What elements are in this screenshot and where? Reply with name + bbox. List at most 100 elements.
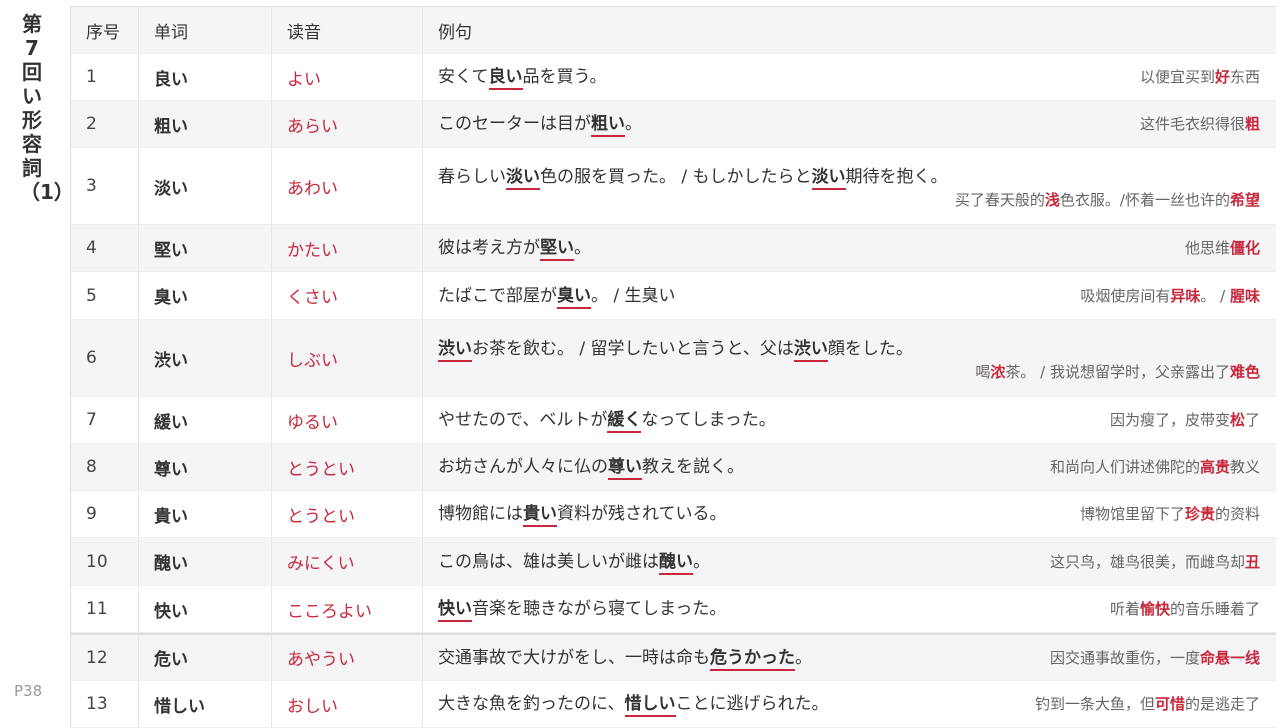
word: 粗い [139, 101, 272, 147]
row-number: 6 [71, 320, 139, 396]
example-japanese: お坊さんが人々に仏の尊い教えを説く。 [438, 455, 744, 480]
translation-highlight: 可惜 [1154, 695, 1185, 713]
reading: よい [272, 54, 423, 100]
word: 良い [139, 54, 272, 100]
table-row: 2 粗い あらい このセーターは目が粗い。 这件毛衣织得很粗 [71, 101, 1276, 148]
example-cell: 大きな魚を釣ったのに、惜しいことに逃げられた。 钓到一条大鱼，但可惜的是逃走了 [423, 681, 1276, 727]
example-cell: たばこで部屋が臭い。 / 生臭い 吸烟使房间有异味。 / 腥味 [423, 272, 1276, 319]
text-segment: このセーターは目が [438, 114, 591, 134]
row-number: 11 [71, 586, 139, 632]
example-cell: 安くて良い品を買う。 以便宜买到好东西 [423, 54, 1276, 100]
row-number: 4 [71, 225, 139, 271]
target-word: 尊い [608, 457, 642, 480]
target-word: 渋い [793, 339, 828, 362]
word: 緩い [139, 397, 272, 443]
example-cell: 春らしい淡い色の服を買った。 / もしかしたらと淡い期待を抱く。 买了春天般的浅色… [423, 148, 1276, 224]
target-word: 貴い [523, 504, 557, 527]
text-segment: 安くて [438, 67, 489, 87]
page-number: P38 [14, 682, 43, 700]
example-japanese: このセーターは目が粗い。 [438, 112, 642, 137]
table-header: 序号 单词 读音 例句 [71, 7, 1276, 54]
lesson-title: 第7回い形容詞（1） [20, 12, 74, 204]
row-number: 5 [71, 272, 139, 319]
row-number: 13 [71, 681, 139, 727]
example-cell: 交通事故で大けがをし、一時は命も危うかった。 因交通事故重伤，一度命悬一线 [423, 635, 1276, 680]
table-row: 7 緩い ゆるい やせたので、ベルトが緩くなってしまった。 因为瘦了，皮带变松了 [71, 397, 1276, 444]
row-number: 7 [71, 397, 139, 443]
text-segment: 了 [1244, 411, 1260, 429]
text-segment: 期待を抱く。 [845, 167, 948, 187]
text-segment: 彼は考え方が [438, 238, 540, 258]
table-row: 12 危い あやうい 交通事故で大けがをし、一時は命も危うかった。 因交通事故重伤，一度… [71, 633, 1276, 681]
word: 臭い [139, 272, 272, 319]
text-segment: お坊さんが人々に仏の [438, 457, 608, 477]
text-segment: 資料が残されている。 [557, 504, 727, 524]
example-japanese: 安くて良い品を買う。 [438, 65, 607, 90]
text-segment: 交通事故で大けがをし、一時は命も [438, 647, 710, 668]
table-row: 8 尊い とうとい お坊さんが人々に仏の尊い教えを説く。 和尚向人们讲述佛陀的高贵教义 [71, 444, 1276, 491]
word: 危い [139, 635, 272, 680]
text-segment: 这件毛衣织得很 [1139, 115, 1245, 133]
text-segment: 喝 [975, 363, 991, 381]
reading: あらい [272, 101, 423, 147]
text-segment: 色衣服。/怀着一丝也许的 [1059, 191, 1230, 209]
text-segment: たばこで部屋が [438, 285, 557, 306]
translation-highlight: 高贵 [1199, 458, 1230, 476]
text-segment: なってしまった。 [641, 410, 776, 430]
example-chinese: 以便宜买到好东西 [1140, 66, 1260, 88]
text-segment: 因为瘦了，皮带变 [1109, 411, 1230, 429]
translation-highlight: 丑 [1244, 552, 1260, 571]
example-japanese: 交通事故で大けがをし、一時は命も危うかった。 [438, 646, 812, 671]
example-cell: この鳥は、雄は美しいが雌は醜い。 这只鸟，雄鸟很美，而雌鸟却丑 [423, 538, 1276, 585]
translation-highlight: 松 [1229, 411, 1245, 429]
table-row: 6 渋い しぶい 渋いお茶を飲む。 / 留学したいと言うと、父は渋い顔をした。 喝浓茶。… [71, 320, 1276, 397]
word: 渋い [139, 320, 272, 396]
text-segment: 色の服を買った。 / もしかしたらと [540, 167, 812, 187]
translation-highlight: 腥味 [1229, 286, 1260, 305]
example-japanese: 大きな魚を釣ったのに、惜しいことに逃げられた。 [438, 692, 829, 717]
example-chinese: 博物馆里留下了珍贵的资料 [1080, 503, 1260, 525]
example-cell: 渋いお茶を飲む。 / 留学したいと言うと、父は渋い顔をした。 喝浓茶。 / 我说想… [423, 320, 1276, 396]
text-segment: 东西 [1229, 68, 1260, 86]
word: 惜しい [139, 681, 272, 727]
target-word: 惜しい [624, 694, 676, 717]
text-segment: やせたので、ベルトが [438, 410, 608, 430]
reading: あわい [272, 148, 423, 224]
target-word: 良い [488, 67, 523, 90]
example-chinese: 喝浓茶。 / 我说想留学时，父亲露出了难色 [438, 361, 1260, 383]
text-segment: 茶。 / 我说想留学时，父亲露出了 [1005, 363, 1230, 381]
text-segment: お茶を飲む。 / 留学したいと言うと、父は [472, 339, 794, 359]
example-japanese: 春らしい淡い色の服を買った。 / もしかしたらと淡い期待を抱く。 [438, 165, 1260, 190]
translation-highlight: 异味 [1170, 286, 1201, 305]
target-word: 醜い [659, 551, 693, 575]
example-japanese: 博物館には貴い資料が残されている。 [438, 502, 727, 527]
text-segment: ことに逃げられた。 [675, 694, 829, 714]
text-segment: 音楽を聴きながら寝てしまった。 [472, 599, 727, 619]
translation-highlight: 浓 [990, 363, 1006, 381]
target-word: 快い [438, 599, 472, 622]
row-number: 9 [71, 491, 139, 537]
reading: とうとい [272, 444, 423, 490]
example-japanese: 彼は考え方が堅い。 [438, 236, 591, 261]
translation-highlight: 愉快 [1139, 600, 1170, 618]
row-number: 2 [71, 101, 139, 147]
translation-highlight: 粗 [1244, 115, 1260, 133]
row-number: 3 [71, 148, 139, 224]
translation-highlight: 好 [1214, 68, 1230, 86]
table-row: 5 臭い くさい たばこで部屋が臭い。 / 生臭い 吸烟使房间有异味。 / 腥味 [71, 272, 1276, 320]
target-word: 緩く [607, 410, 642, 433]
reading: おしい [272, 681, 423, 727]
example-chinese: 买了春天般的浅色衣服。/怀着一丝也许的希望 [438, 189, 1260, 211]
example-chinese: 因为瘦了，皮带变松了 [1110, 409, 1260, 431]
reading: くさい [272, 272, 423, 319]
text-segment: 品を買う。 [522, 67, 607, 87]
text-segment: 买了春天般的 [954, 191, 1045, 209]
row-number: 10 [71, 538, 139, 585]
reading: とうとい [272, 491, 423, 537]
text-segment: 顔をした。 [827, 339, 913, 359]
text-segment: 因交通事故重伤，一度 [1049, 648, 1200, 667]
target-word: 臭い [557, 285, 591, 309]
header-example: 例句 [438, 22, 472, 43]
table-row: 10 醜い みにくい この鳥は、雄は美しいが雌は醜い。 这只鸟，雄鸟很美，而雌鸟却丑 [71, 538, 1276, 586]
text-segment: 。 / 生臭い [591, 285, 676, 306]
